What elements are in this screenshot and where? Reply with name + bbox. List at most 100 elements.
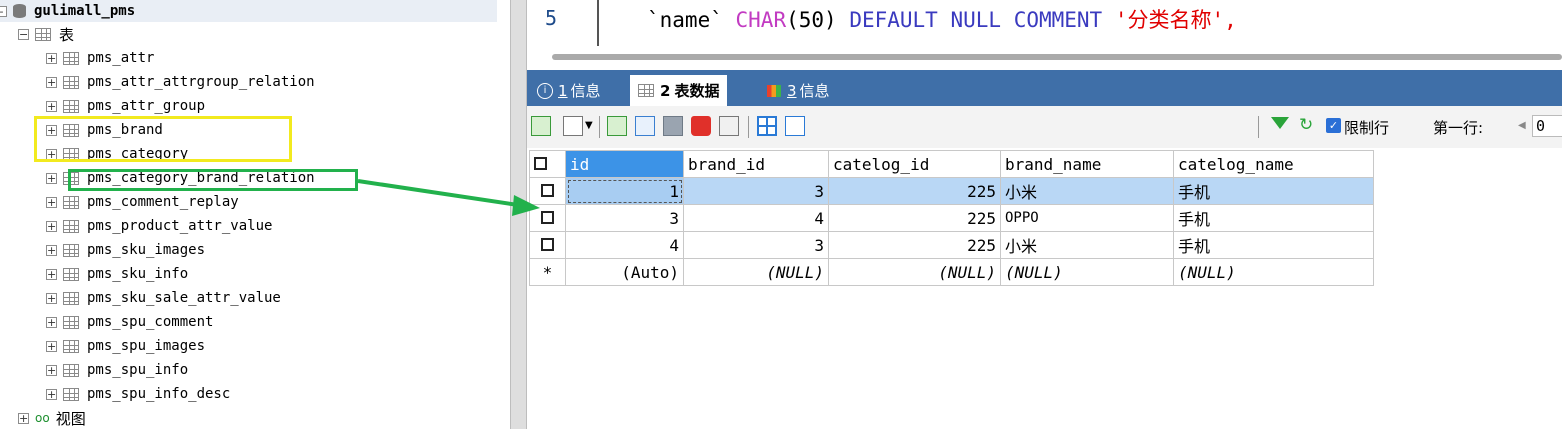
table-item[interactable]: + pms_spu_comment [46,310,213,334]
table-item[interactable]: + pms_attr_attrgroup_relation [46,70,315,94]
table-item[interactable]: + pms_spu_images [46,334,205,358]
tables-folder[interactable]: − 表 [18,22,74,46]
sql-editor[interactable]: 5 `name` CHAR(50) DEFAULT NULL COMMENT '… [527,0,1562,46]
save-icon[interactable] [663,116,683,136]
table-name: pms_product_attr_value [87,218,273,234]
expand-icon[interactable]: + [46,364,57,376]
expand-icon[interactable]: + [46,244,57,256]
collapse-icon[interactable]: − [18,28,29,40]
reset-icon[interactable]: ↻ [1299,115,1313,135]
table-row[interactable]: 1 3 225 小米 手机 [529,177,1374,205]
green-highlight-box [68,169,358,191]
cell-catelog-id-null[interactable]: (NULL) [828,258,1001,286]
expand-icon[interactable]: + [46,100,57,112]
expand-icon[interactable]: + [46,172,57,184]
table-item[interactable]: + pms_spu_info_desc [46,382,230,406]
grid-view-icon[interactable] [757,116,777,136]
tab-table-data[interactable]: 2 表数据 [630,75,728,106]
cell-brand-name[interactable]: 小米 [1000,231,1174,259]
cell-catelog-name[interactable]: 手机 [1173,231,1374,259]
limit-label: 限制行 [1344,119,1390,137]
expand-icon[interactable]: + [46,220,57,232]
row-checkbox[interactable] [529,204,566,232]
cell-brand-name-null[interactable]: (NULL) [1000,258,1174,286]
cell-brand-name[interactable]: OPPO [1000,204,1174,232]
database-icon [13,4,26,18]
insert-row-icon[interactable] [607,116,627,136]
tables-folder-label: 表 [59,25,75,44]
column-header-brand-id[interactable]: brand_id [683,150,829,178]
table-icon [63,315,79,329]
table-item[interactable]: + pms_sku_images [46,238,205,262]
expand-icon[interactable]: + [46,268,57,280]
cell-catelog-name[interactable]: 手机 [1173,177,1374,205]
table-icon [63,51,79,65]
prev-page-icon[interactable]: ◀ [1518,120,1526,131]
table-row[interactable]: 3 4 225 OPPO 手机 [529,204,1374,232]
cell-id[interactable]: 3 [565,204,684,232]
cell-brand-id[interactable]: 4 [683,204,829,232]
table-item[interactable]: + pms_spu_info [46,358,188,382]
cell-brand-id-null[interactable]: (NULL) [683,258,829,286]
refresh-icon[interactable] [635,116,655,136]
expand-icon[interactable]: + [46,316,57,328]
database-row[interactable]: - gulimall_pms [0,0,497,22]
table-item[interactable]: + pms_attr_group [46,94,205,118]
table-item[interactable]: + pms_sku_info [46,262,188,286]
panel-splitter[interactable] [510,0,527,429]
cell-catelog-id[interactable]: 225 [828,177,1001,205]
row-checkbox[interactable] [529,231,566,259]
table-item[interactable]: + pms_comment_replay [46,190,239,214]
add-row-icon[interactable] [531,116,551,136]
collapse-icon[interactable]: - [0,5,7,17]
cell-brand-id[interactable]: 3 [683,231,829,259]
code-line[interactable]: `name` CHAR(50) DEFAULT NULL COMMENT '分类… [647,4,1237,34]
expand-icon[interactable]: + [46,340,57,352]
table-item[interactable]: + pms_product_attr_value [46,214,272,238]
cell-id-auto[interactable]: (Auto) [565,258,684,286]
cancel-icon[interactable] [719,116,739,136]
views-folder[interactable]: + oo 视图 [18,406,86,429]
horizontal-scrollbar[interactable] [552,54,1562,60]
row-checkbox[interactable] [529,177,566,205]
table-item[interactable]: + pms_attr [46,46,154,70]
table-item[interactable]: + pms_sku_sale_attr_value [46,286,281,310]
cell-id[interactable]: 4 [565,231,684,259]
object-browser: - gulimall_pms − 表 + pms_attr + pms_attr_at… [0,0,510,429]
code-comment: '分类名称', [1114,8,1237,32]
column-header-catelog-id[interactable]: catelog_id [828,150,1001,178]
result-tabbar: i 1 信息 2 表数据 3 信息 [527,70,1562,106]
column-header-id[interactable]: id [565,150,684,178]
line-gutter: 5 [527,0,599,46]
expand-icon[interactable]: + [46,388,57,400]
new-row[interactable]: * (Auto) (NULL) (NULL) (NULL) (NULL) [529,258,1374,286]
tab-info-3[interactable]: 3 信息 [767,75,830,106]
expand-icon[interactable]: + [18,412,29,424]
cell-id[interactable]: 1 [565,177,684,205]
limit-checkbox[interactable]: ✓ [1326,118,1341,133]
filter-icon[interactable] [1271,117,1289,129]
first-row-input[interactable]: 0 [1532,115,1562,137]
select-all-checkbox[interactable] [529,150,566,178]
table-name: pms_sku_info [87,266,189,282]
dropdown-arrow-icon[interactable]: ▼ [585,120,593,131]
table-row[interactable]: 4 3 225 小米 手机 [529,231,1374,259]
expand-icon[interactable]: + [46,292,57,304]
delete-icon[interactable] [691,116,711,136]
line-number: 5 [545,6,558,30]
cell-catelog-id[interactable]: 225 [828,231,1001,259]
cell-brand-id[interactable]: 3 [683,177,829,205]
copy-row-icon[interactable] [563,116,583,136]
form-view-icon[interactable] [785,116,805,136]
cell-catelog-id[interactable]: 225 [828,204,1001,232]
tab-info-1[interactable]: i 1 信息 [537,75,601,106]
expand-icon[interactable]: + [46,196,57,208]
expand-icon[interactable]: + [46,52,57,64]
data-grid[interactable]: id brand_id catelog_id brand_name catelo… [529,150,1374,286]
column-header-catelog-name[interactable]: catelog_name [1173,150,1374,178]
cell-catelog-name-null[interactable]: (NULL) [1173,258,1374,286]
cell-brand-name[interactable]: 小米 [1000,177,1174,205]
cell-catelog-name[interactable]: 手机 [1173,204,1374,232]
expand-icon[interactable]: + [46,76,57,88]
column-header-brand-name[interactable]: brand_name [1000,150,1174,178]
